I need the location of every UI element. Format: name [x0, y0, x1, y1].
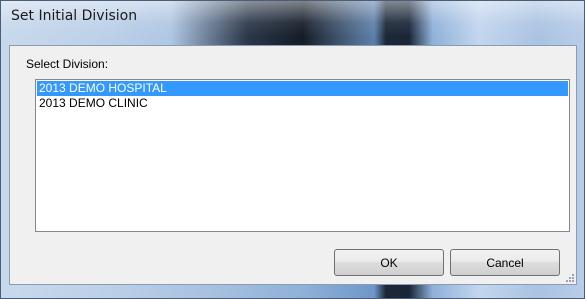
- division-list-item-clinic[interactable]: 2013 DEMO CLINIC: [37, 96, 568, 111]
- resize-grip-icon[interactable]: [564, 272, 574, 282]
- dialog-window: Set Initial Division Select Division: 20…: [0, 0, 585, 299]
- window-title: Set Initial Division: [11, 8, 138, 24]
- titlebar-background-streak: [171, 1, 391, 45]
- cancel-button[interactable]: Cancel: [450, 249, 560, 276]
- division-listbox[interactable]: 2013 DEMO HOSPITAL 2013 DEMO CLINIC: [35, 79, 570, 232]
- ok-button[interactable]: OK: [334, 249, 444, 276]
- division-list-item-hospital[interactable]: 2013 DEMO HOSPITAL: [37, 81, 568, 96]
- select-division-label: Select Division:: [26, 57, 109, 71]
